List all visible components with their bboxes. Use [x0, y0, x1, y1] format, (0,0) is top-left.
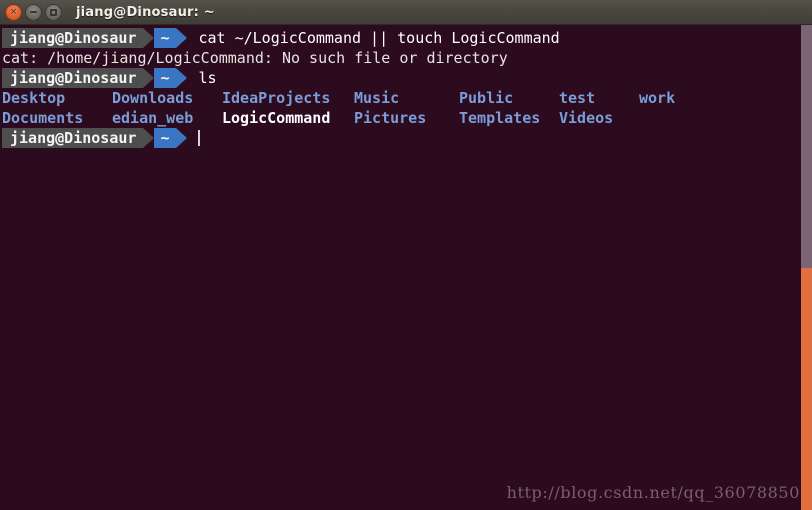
scrollbar-thumb[interactable] [801, 268, 812, 510]
prompt-separator-icon [143, 128, 155, 148]
ls-directory-entry: edian_web [112, 109, 194, 127]
ls-directory-entry: Music [354, 89, 400, 107]
prompt-path-segment: ~ [154, 128, 177, 148]
close-button[interactable]: × [5, 3, 22, 21]
ls-directory-entry: Templates [459, 109, 541, 127]
maximize-button[interactable] [45, 3, 62, 21]
ls-directory-entry: Desktop [2, 89, 66, 107]
scrollbar[interactable] [801, 25, 812, 510]
prompt-user-segment: jiang@Dinosaur [2, 128, 144, 148]
command-line: jiang@Dinosaur ~ cat ~/LogicCommand || t… [0, 28, 812, 48]
minimize-icon [26, 5, 41, 20]
ls-directory-entry: Pictures [354, 109, 427, 127]
ls-directory-entry: Videos [559, 109, 614, 127]
window-controls: × [0, 3, 62, 21]
prompt-path-segment: ~ [154, 28, 177, 48]
command-text: ls [198, 69, 217, 87]
ls-directory-entry: IdeaProjects [222, 89, 331, 107]
prompt-separator-icon [143, 68, 155, 88]
text-cursor [198, 130, 201, 146]
ls-directory-entry: test [559, 89, 596, 107]
scrollbar-track[interactable] [801, 25, 812, 268]
prompt-separator-icon [143, 28, 155, 48]
minimize-button[interactable] [25, 3, 42, 21]
prompt-user-segment: jiang@Dinosaur [2, 68, 144, 88]
ls-directory-entry: Documents [2, 109, 84, 127]
ls-directory-entry: work [639, 89, 676, 107]
prompt-end-separator-icon [176, 28, 188, 48]
ls-output-row: Documents edian_web LogicCommand Pictures Te… [0, 108, 812, 128]
window-title: jiang@Dinosaur: ~ [76, 4, 215, 20]
watermark-text: http://blog.csdn.net/qq_36078850 [506, 483, 800, 502]
prompt-user-segment: jiang@Dinosaur [2, 28, 144, 48]
terminal-content[interactable]: jiang@Dinosaur ~ cat ~/LogicCommand || t… [0, 25, 812, 510]
shell-prompt: jiang@Dinosaur ~ [2, 68, 188, 88]
close-icon: × [9, 6, 18, 17]
command-line: jiang@Dinosaur ~ ls [0, 68, 812, 88]
maximize-icon [46, 5, 61, 20]
ls-file-entry: LogicCommand [222, 109, 331, 127]
shell-prompt: jiang@Dinosaur ~ [2, 28, 188, 48]
prompt-end-separator-icon [176, 68, 188, 88]
ls-directory-entry: Public [459, 89, 514, 107]
command-text: cat ~/LogicCommand || touch LogicCommand [198, 29, 560, 47]
command-output: cat: /home/jiang/LogicCommand: No such f… [2, 49, 508, 67]
ls-output-row: Desktop Downloads IdeaProjects Music Public t… [0, 88, 812, 108]
title-bar: × jiang@Dinosaur: ~ [0, 0, 812, 25]
prompt-path-segment: ~ [154, 68, 177, 88]
command-line-active: jiang@Dinosaur ~ [0, 128, 812, 148]
ls-directory-entry: Downloads [112, 89, 194, 107]
shell-prompt: jiang@Dinosaur ~ [2, 128, 188, 148]
prompt-end-separator-icon [176, 128, 188, 148]
terminal-window: × jiang@Dinosaur: ~ jiang@Dinosaur ~ cat… [0, 0, 812, 510]
